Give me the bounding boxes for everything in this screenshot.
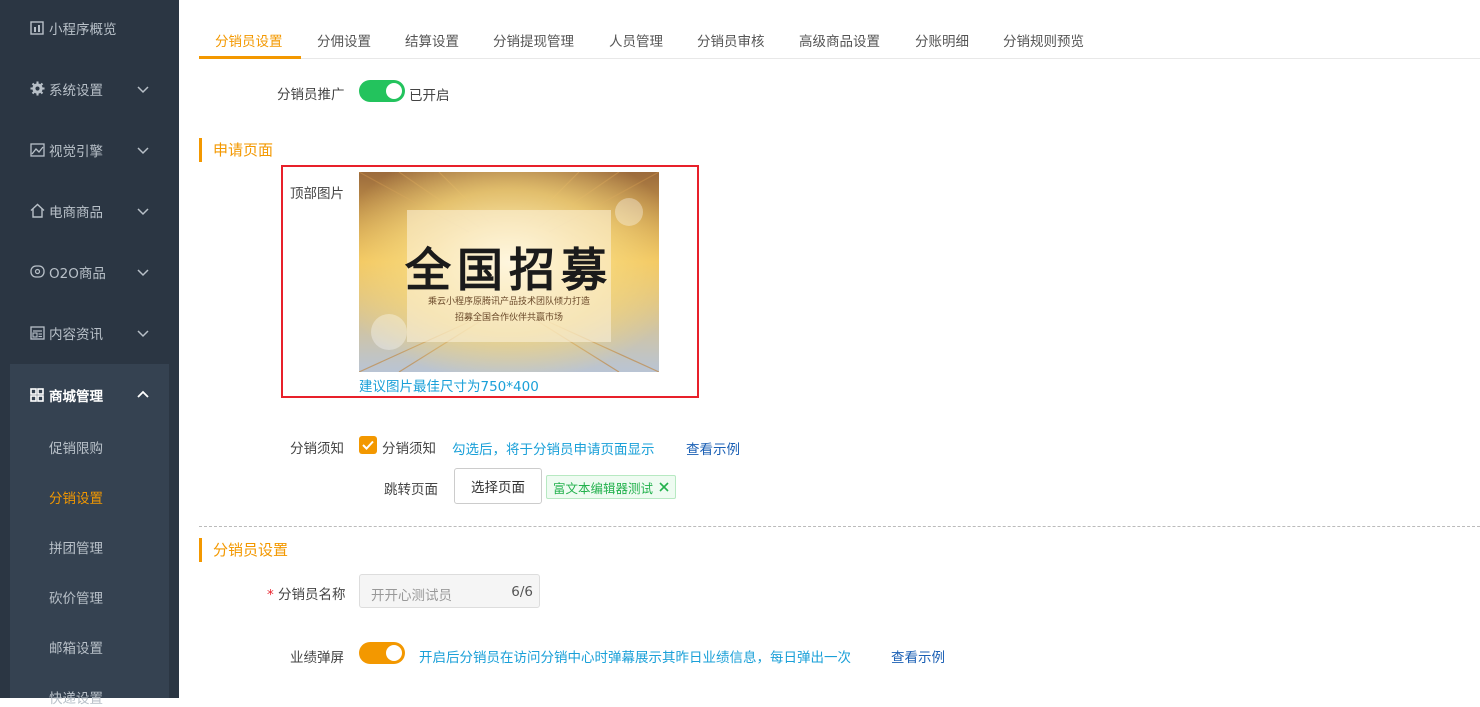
tab-withdrawal[interactable]: 分销提现管理 [493,30,574,50]
chevron-down-icon [137,329,149,337]
distributor-name-label: * 分销员名称 [267,583,346,603]
dashboard-icon [29,20,45,36]
notice-example-link[interactable]: 查看示例 [686,438,740,458]
subnav-distribution-settings[interactable]: 分销设置 [49,487,103,507]
chevron-down-icon [137,85,149,93]
performance-popup-label: 业绩弹屏 [290,650,344,666]
home-icon [29,203,45,219]
tab-advanced-goods[interactable]: 高级商品设置 [799,30,880,50]
section-title-apply: 申请页面 [199,138,273,162]
close-icon[interactable] [659,482,669,492]
sidebar-item-label: 商城管理 [49,388,103,405]
tab-review[interactable]: 分销员审核 [697,30,765,50]
sidebar: 小程序概览 系统设置 视觉引擎 电商商品 O2O商品 内容资讯 商城管理 促销限… [0,0,179,707]
chevron-down-icon [137,146,149,154]
distributor-name-label-text: 分销员名称 [278,587,346,603]
subnav-express[interactable]: 快递设置 [49,687,103,707]
image-size-hint: 建议图片最佳尺寸为750*400 [359,379,539,395]
performance-popup-hint: 开启后分销员在访问分销中心时弹幕展示其昨日业绩信息，每日弹出一次 [419,650,851,666]
sidebar-item-label: 电商商品 [49,204,103,221]
banner-title: 全国招募 [405,243,613,297]
top-image-banner[interactable]: 全国招募 乘云小程序原腾讯产品技术团队倾力打造 招募全国合作伙伴共赢市场 [359,172,659,372]
notice-hint: 勾选后，将于分销员申请页面显示 [452,442,655,458]
subnav-promo-limit[interactable]: 促销限购 [49,437,103,457]
sidebar-item-mall[interactable]: 商城管理 [10,364,169,425]
section-title-distributor: 分销员设置 [199,538,288,562]
chevron-down-icon [137,207,149,215]
performance-popup-switch[interactable] [359,642,405,664]
sidebar-item-system[interactable]: 系统设置 [10,58,169,119]
subnav-mailbox[interactable]: 邮箱设置 [49,637,103,657]
tab-split-detail[interactable]: 分账明细 [915,30,969,50]
sidebar-item-visual[interactable]: 视觉引擎 [10,119,169,180]
news-icon [29,325,45,341]
sidebar-item-label: 视觉引擎 [49,143,103,160]
active-tab-indicator [199,56,301,59]
tab-personnel[interactable]: 人员管理 [609,30,663,50]
notice-checkbox-label: 分销须知 [382,441,436,457]
banner-subtitle-1: 乘云小程序原腾讯产品技术团队倾力打造 [427,297,590,307]
top-image-label: 顶部图片 [290,186,344,202]
select-page-button[interactable]: 选择页面 [454,468,542,504]
sidebar-item-label: 小程序概览 [49,21,117,38]
sidebar-item-content[interactable]: 内容资讯 [10,302,169,363]
sidebar-item-o2o[interactable]: O2O商品 [10,241,169,302]
tab-bar: 分销员设置 分佣设置 结算设置 分销提现管理 人员管理 分销员审核 高级商品设置… [199,18,1480,59]
section-divider [199,526,1480,527]
image-icon [29,142,45,158]
jump-label: 跳转页面 [384,482,438,498]
sidebar-item-label: 系统设置 [49,82,103,99]
sidebar-item-ecommerce[interactable]: 电商商品 [10,180,169,241]
distributor-name-input[interactable]: 开开心测试员 6/6 [359,574,540,608]
distributor-name-placeholder: 开开心测试员 [371,588,452,604]
sidebar-item-label: O2O商品 [49,265,106,282]
promo-switch[interactable] [359,80,405,102]
check-icon [362,440,374,450]
chevron-down-icon [137,268,149,276]
o2o-icon [29,264,45,280]
required-mark: * [267,587,274,603]
subnav-bargain[interactable]: 砍价管理 [49,587,103,607]
promo-label: 分销员推广 [277,87,345,103]
banner-subtitle-2: 招募全国合作伙伴共赢市场 [454,313,563,323]
grid-icon [29,387,45,403]
tab-distributor-settings[interactable]: 分销员设置 [215,30,283,50]
notice-checkbox[interactable] [359,436,377,454]
sidebar-subnav: 促销限购 分销设置 拼团管理 砍价管理 邮箱设置 快递设置 [10,424,169,707]
promo-status: 已开启 [409,88,450,104]
sidebar-item-label: 内容资讯 [49,326,103,343]
distributor-name-counter: 6/6 [511,584,533,600]
gear-icon [29,81,45,97]
performance-popup-example-link[interactable]: 查看示例 [891,646,945,666]
tab-commission[interactable]: 分佣设置 [317,30,371,50]
tab-settlement[interactable]: 结算设置 [405,30,459,50]
notice-label: 分销须知 [290,441,344,457]
selected-page-tag-label: 富文本编辑器测试 [553,480,654,496]
chevron-up-icon [137,390,149,398]
sidebar-item-overview[interactable]: 小程序概览 [10,0,169,58]
tab-rules-preview[interactable]: 分销规则预览 [1003,30,1084,50]
subnav-group-buy[interactable]: 拼团管理 [49,537,103,557]
selected-page-tag: 富文本编辑器测试 [546,475,677,499]
